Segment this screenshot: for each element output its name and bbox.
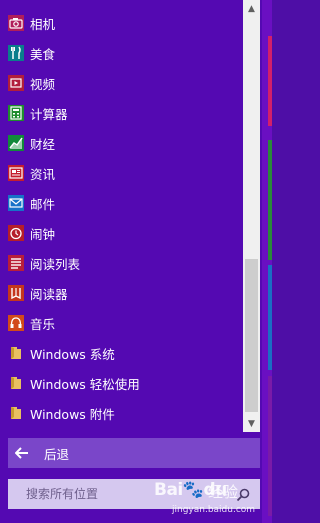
scrollbar[interactable]: ▲ ▼ <box>243 0 260 432</box>
app-list-item[interactable]: 阅读列表 <box>8 248 240 278</box>
app-label: 闹钟 <box>30 226 56 242</box>
edge-tile[interactable] <box>268 36 272 126</box>
app-label: 阅读器 <box>30 286 68 302</box>
search-icon[interactable] <box>236 487 250 502</box>
folder-icon <box>8 375 24 391</box>
app-label: Windows 系统 <box>30 346 115 362</box>
app-list-item[interactable]: 阅读器 <box>8 278 240 308</box>
app-label: 相机 <box>30 16 56 32</box>
app-list: 相机美食视频计算器财经资讯邮件闹钟阅读列表阅读器音乐 Windows 系统 Wind… <box>0 0 242 432</box>
edge-tile[interactable] <box>268 140 272 260</box>
app-label: 阅读列表 <box>30 256 81 272</box>
edge-tile[interactable] <box>268 265 272 370</box>
folder-icon <box>8 345 24 361</box>
app-list-item[interactable]: Windows 系统 <box>8 338 240 368</box>
app-list-item[interactable]: 闹钟 <box>8 218 240 248</box>
app-label: 计算器 <box>30 106 68 122</box>
back-button[interactable]: 后退 <box>8 438 260 468</box>
back-arrow-icon <box>14 445 30 461</box>
app-list-item[interactable]: 邮件 <box>8 188 240 218</box>
edge-tile[interactable] <box>268 376 272 516</box>
search-input[interactable] <box>26 487 226 501</box>
music-icon <box>8 315 24 331</box>
scroll-down-arrow-icon[interactable]: ▼ <box>243 415 260 432</box>
camera-icon <box>8 15 24 31</box>
reader-icon <box>8 285 24 301</box>
scroll-up-arrow-icon[interactable]: ▲ <box>243 0 260 17</box>
video-icon <box>8 75 24 91</box>
food-icon <box>8 45 24 61</box>
app-label: 资讯 <box>30 166 56 182</box>
app-list-item[interactable]: 视频 <box>8 68 240 98</box>
app-label: 邮件 <box>30 196 56 212</box>
scroll-thumb[interactable] <box>245 259 258 412</box>
app-list-item[interactable]: 资讯 <box>8 158 240 188</box>
app-label: 美食 <box>30 46 56 62</box>
alarm-icon <box>8 225 24 241</box>
reading-list-icon <box>8 255 24 271</box>
app-label: 视频 <box>30 76 56 92</box>
news-icon <box>8 165 24 181</box>
folder-icon <box>8 405 24 421</box>
app-label: 财经 <box>30 136 56 152</box>
app-list-item[interactable]: Windows 轻松使用 <box>8 368 240 398</box>
mail-icon <box>8 195 24 211</box>
app-list-item[interactable]: Windows 附件 <box>8 398 240 428</box>
app-label: Windows 轻松使用 <box>30 376 140 392</box>
app-list-item[interactable]: 美食 <box>8 38 240 68</box>
search-box[interactable] <box>8 479 260 509</box>
app-list-item[interactable]: 音乐 <box>8 308 240 338</box>
finance-icon <box>8 135 24 151</box>
back-label: 后退 <box>44 446 70 462</box>
app-label: Windows 附件 <box>30 406 115 422</box>
app-label: 音乐 <box>30 316 56 332</box>
app-list-item[interactable]: 相机 <box>8 8 240 38</box>
calculator-icon <box>8 105 24 121</box>
app-list-item[interactable]: 财经 <box>8 128 240 158</box>
app-list-item[interactable]: 计算器 <box>8 98 240 128</box>
